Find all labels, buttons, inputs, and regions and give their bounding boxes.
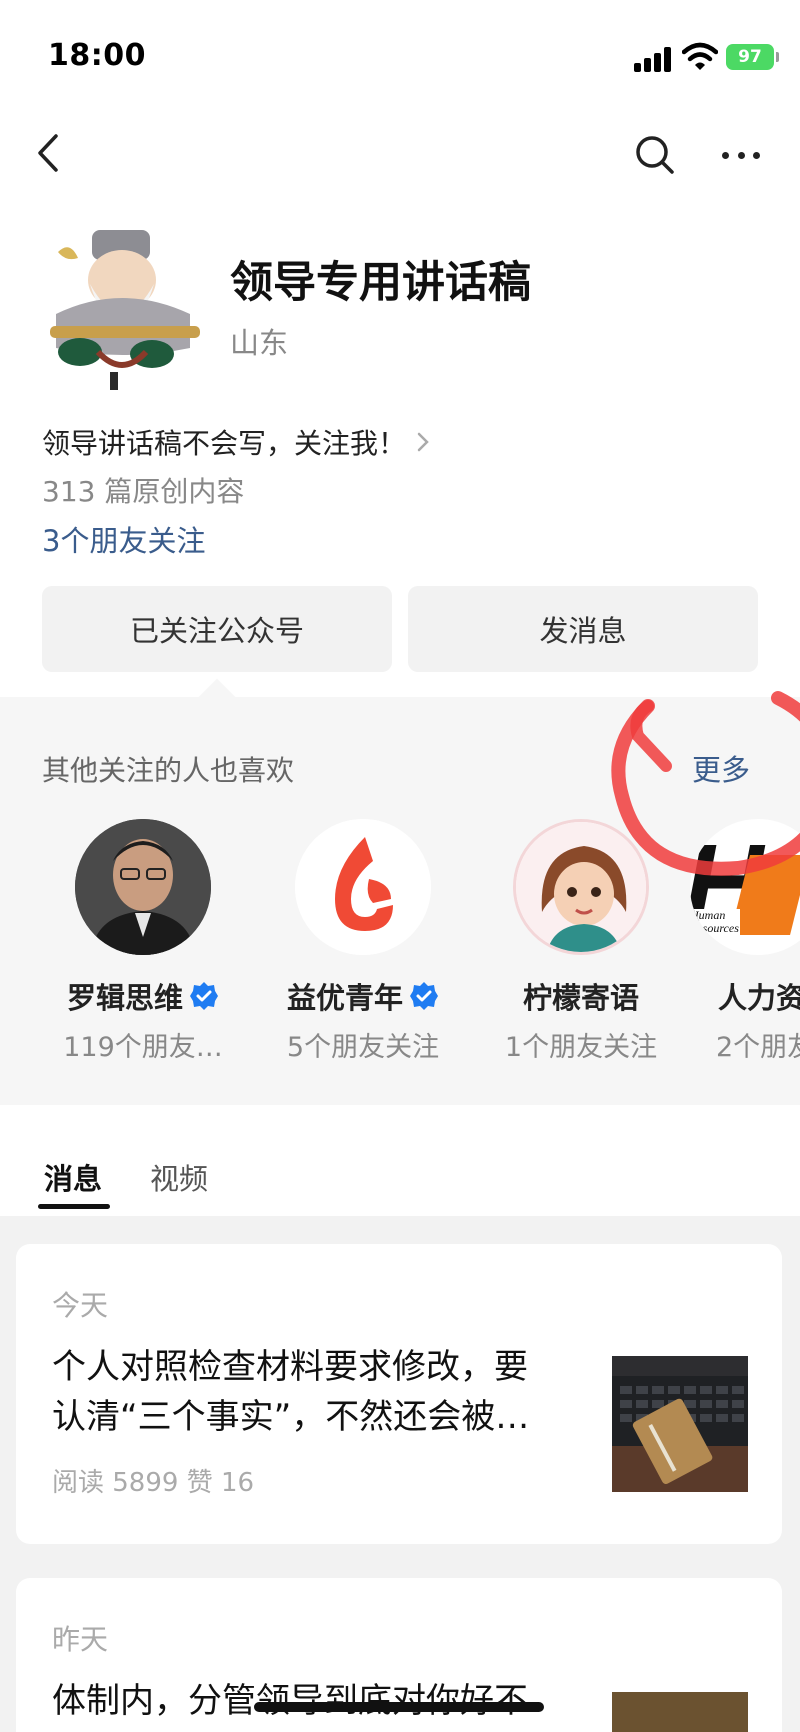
active-tab-indicator bbox=[38, 1204, 110, 1209]
recommended-account[interactable]: 益优青年 5个朋友关注 bbox=[258, 819, 468, 1064]
article-title[interactable]: 体制内，分管领导到底对你好不 bbox=[52, 1676, 532, 1726]
article-thumbnail[interactable] bbox=[612, 1692, 748, 1732]
status-time: 18:00 bbox=[48, 38, 146, 73]
more-options-button[interactable] bbox=[716, 135, 766, 175]
cellular-signal-icon bbox=[634, 46, 672, 72]
recommended-name-row: 人力资 bbox=[718, 975, 800, 1017]
article-thumbnail[interactable] bbox=[612, 1356, 748, 1492]
verified-badge-icon bbox=[410, 982, 438, 1010]
dot-icon bbox=[737, 151, 745, 159]
recommended-name-row: 罗辑思维 bbox=[38, 975, 248, 1017]
recommended-friends-count: 1个朋友关注 bbox=[504, 1032, 658, 1063]
followed-button[interactable]: 已关注公众号 bbox=[42, 586, 392, 672]
recommended-name: 益优青年 bbox=[286, 981, 403, 1015]
verified-badge-icon bbox=[190, 982, 218, 1010]
home-indicator bbox=[254, 1702, 544, 1712]
recommended-friends-count: 5个朋友关注 bbox=[286, 1032, 440, 1063]
recommendations-title: 其他关注的人也喜欢 bbox=[42, 754, 295, 787]
recommended-logo-subtext: Human Resources bbox=[690, 908, 740, 935]
account-intro[interactable]: 领导讲话稿不会写，关注我！ bbox=[42, 422, 432, 462]
article-date: 昨天 bbox=[52, 1623, 109, 1656]
search-icon[interactable] bbox=[630, 130, 680, 180]
status-bar: 18:00 97 bbox=[0, 0, 800, 110]
recommended-account[interactable]: 罗辑思维 119个朋友… bbox=[38, 819, 248, 1064]
article-stats: 阅读 5899 赞 16 bbox=[52, 1468, 255, 1498]
account-location: 山东 bbox=[230, 326, 289, 360]
dot-icon bbox=[722, 151, 729, 159]
back-button[interactable] bbox=[28, 128, 68, 178]
chevron-right-icon bbox=[417, 432, 429, 452]
tab-videos[interactable]: 视频 bbox=[150, 1156, 208, 1198]
battery-icon: 97 bbox=[726, 44, 779, 70]
dot-icon bbox=[753, 151, 760, 159]
chevron-left-icon bbox=[38, 134, 58, 172]
recommended-name: 罗辑思维 bbox=[66, 981, 183, 1015]
recommended-friends-count: 119个朋友… bbox=[63, 1032, 223, 1063]
article-card[interactable]: 今天 个人对照检查材料要求修改，要认清“三个事实”，不然还会被… 阅读 5899… bbox=[16, 1244, 782, 1544]
recommended-friends-count: 2个朋友 bbox=[716, 1032, 800, 1063]
recommended-avatar bbox=[75, 819, 211, 955]
account-intro-text: 领导讲话稿不会写，关注我！ bbox=[42, 427, 407, 460]
original-content-count[interactable]: 313 篇原创内容 bbox=[42, 470, 244, 510]
tab-messages[interactable]: 消息 bbox=[44, 1156, 102, 1198]
wifi-icon bbox=[682, 42, 718, 70]
article-date: 今天 bbox=[52, 1289, 109, 1322]
red-circle-annotation bbox=[611, 691, 800, 876]
recommended-avatar bbox=[295, 819, 431, 955]
recommended-name-row: 柠檬寄语 bbox=[476, 975, 686, 1017]
account-avatar[interactable] bbox=[40, 222, 206, 392]
battery-level: 97 bbox=[738, 47, 762, 67]
account-name: 领导专用讲话稿 bbox=[230, 258, 531, 308]
recommended-name: 柠檬寄语 bbox=[522, 981, 639, 1015]
recommended-name: 人力资 bbox=[718, 981, 800, 1015]
send-message-button[interactable]: 发消息 bbox=[408, 586, 758, 672]
friends-follow-link[interactable]: 3个朋友关注 bbox=[42, 518, 205, 560]
article-title[interactable]: 个人对照检查材料要求修改，要认清“三个事实”，不然还会被… bbox=[52, 1342, 532, 1442]
recommended-name-row: 益优青年 bbox=[258, 975, 468, 1017]
